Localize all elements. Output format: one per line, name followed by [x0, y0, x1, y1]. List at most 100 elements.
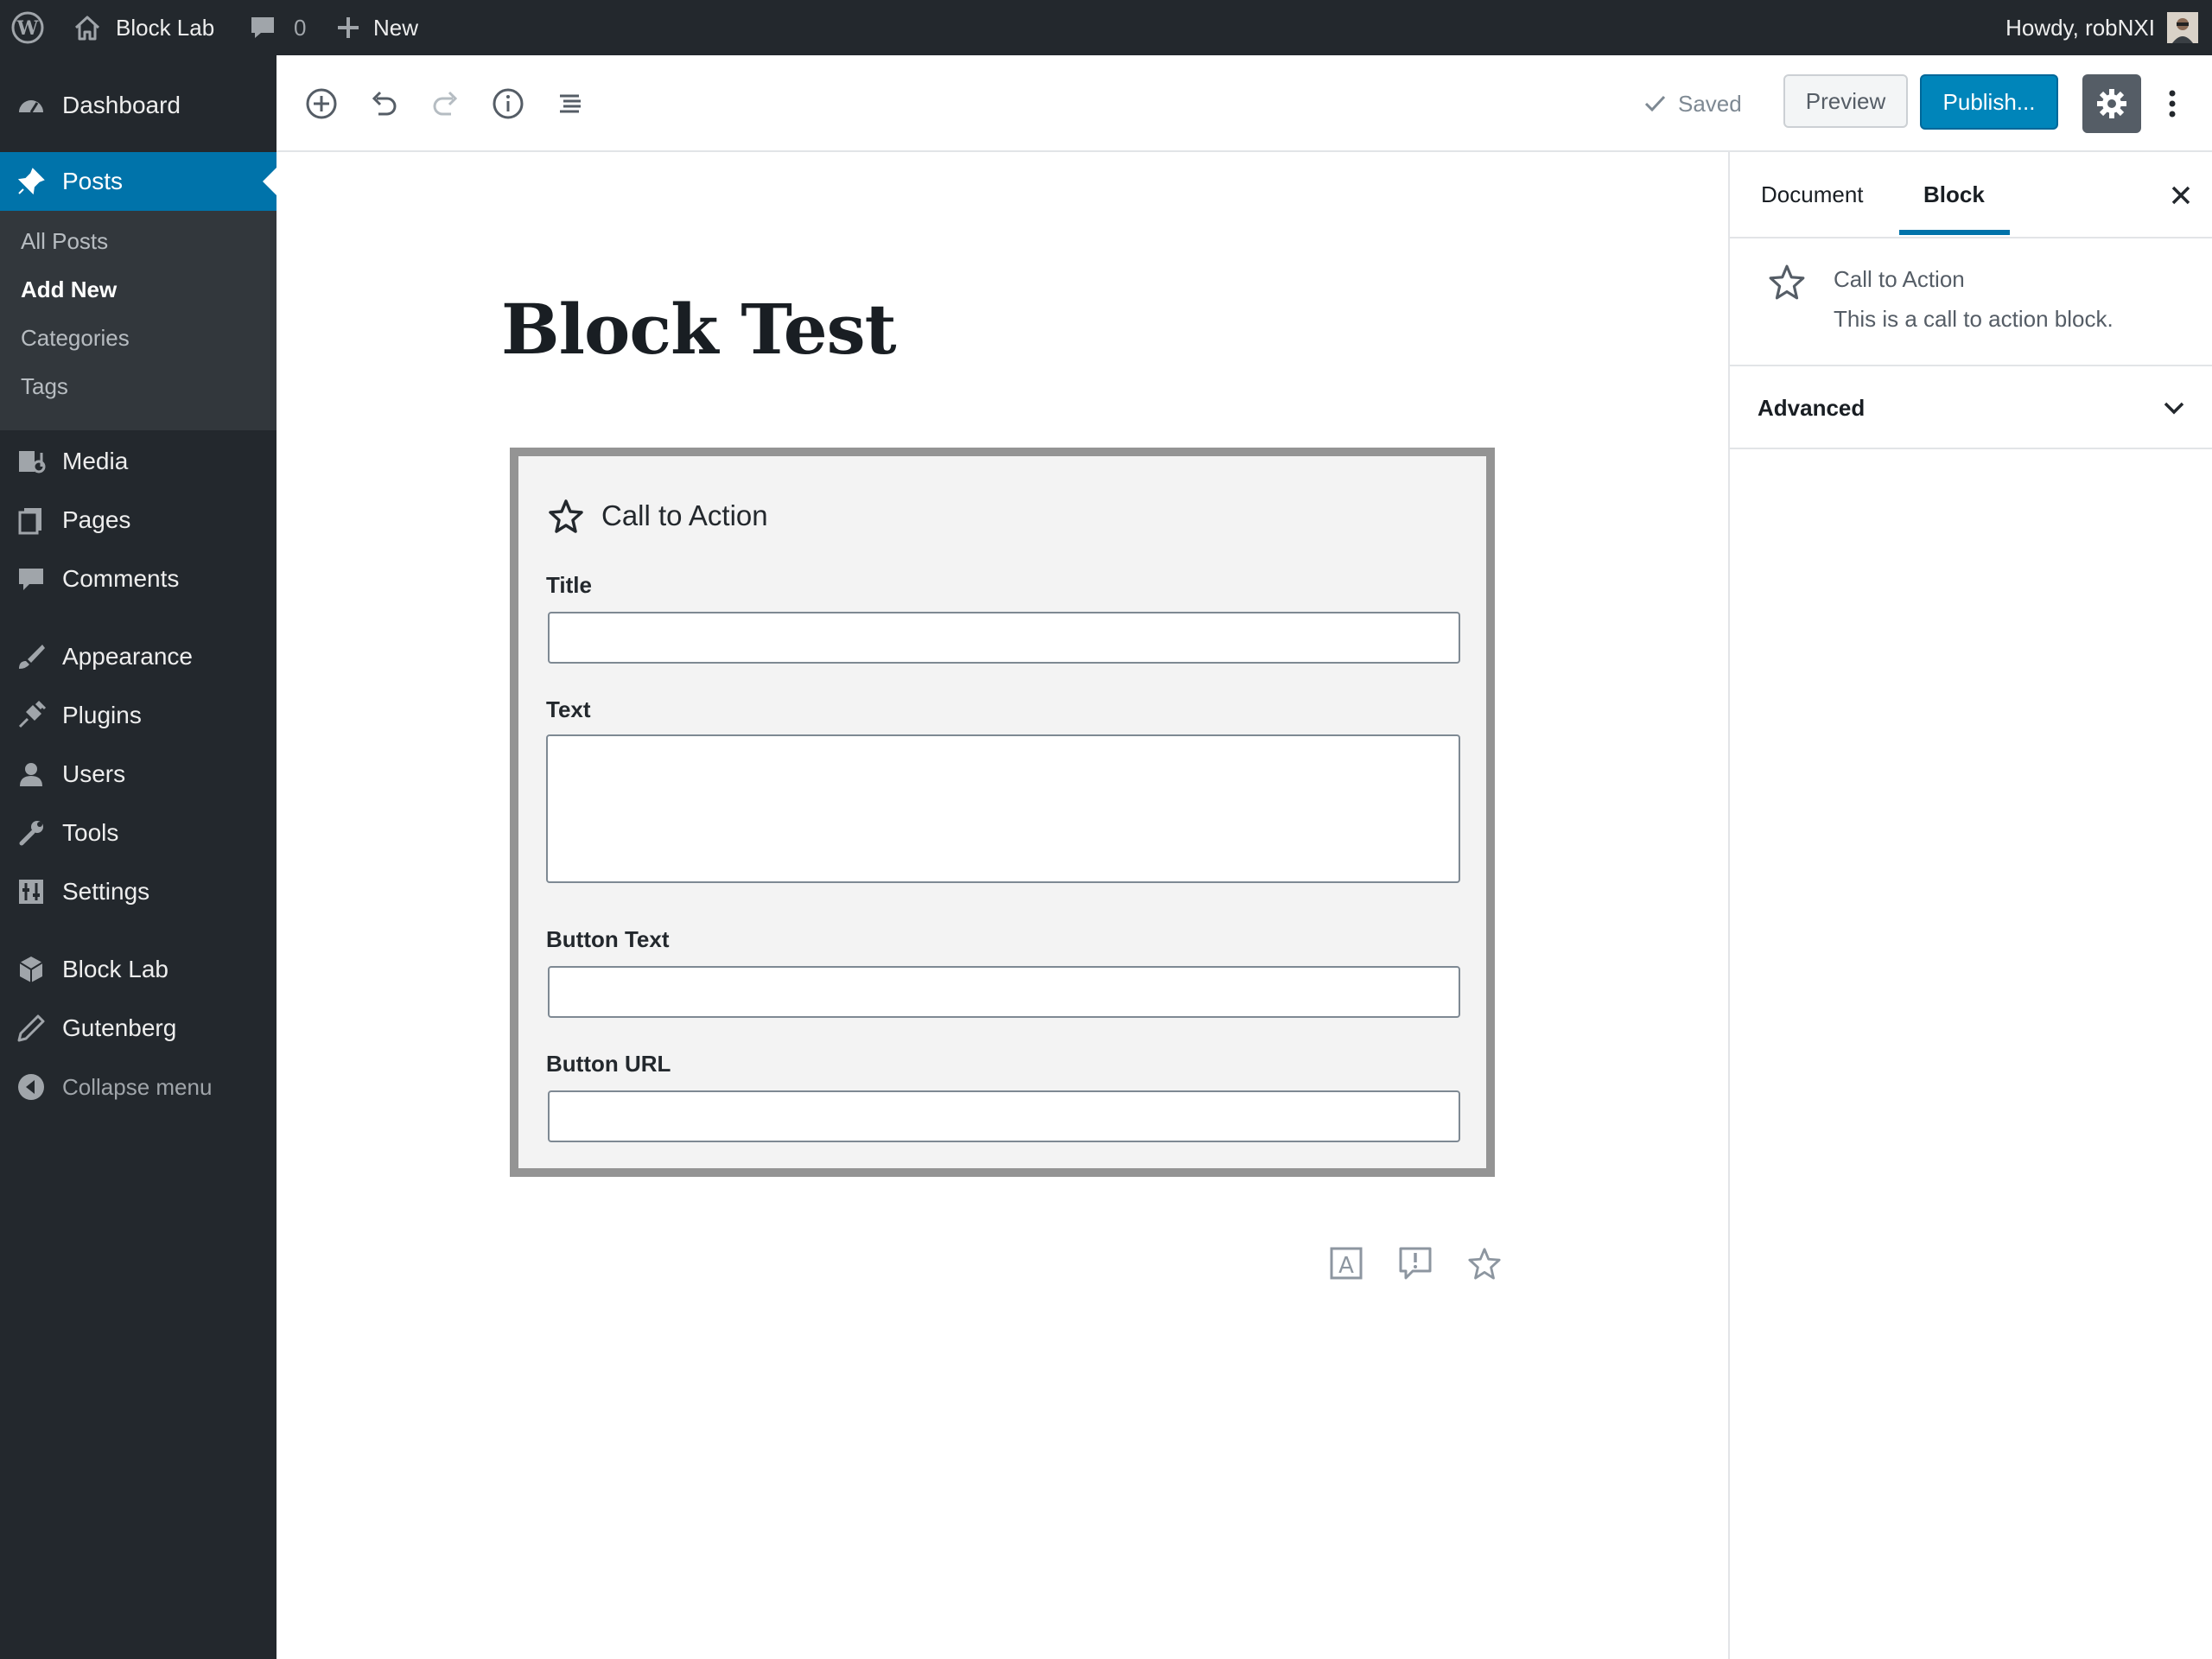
menu-label: Dashboard	[62, 92, 181, 118]
advanced-panel-toggle[interactable]: Advanced	[1730, 366, 2212, 449]
user-icon	[14, 757, 48, 791]
block-card-description: This is a call to action block.	[1834, 306, 2113, 332]
advanced-label: Advanced	[1758, 394, 1866, 421]
svg-text:A: A	[1338, 1253, 1354, 1279]
menu-dashboard[interactable]: Dashboard	[0, 78, 276, 133]
menu-media[interactable]: Media	[0, 434, 276, 489]
editor-toolbar: Saved Preview Publish...	[276, 55, 2212, 152]
paintbrush-icon	[14, 639, 48, 674]
star-icon	[1768, 263, 1806, 301]
pencil-icon	[14, 1011, 48, 1046]
title-field-label: Title	[546, 572, 592, 598]
menu-label: Settings	[62, 878, 150, 905]
title-input[interactable]	[548, 612, 1460, 664]
menu-label: Collapse menu	[62, 1073, 213, 1100]
submenu-categories[interactable]: Categories	[21, 325, 130, 352]
publish-button[interactable]: Publish...	[1920, 74, 2058, 130]
menu-collapse[interactable]: Collapse menu	[0, 1059, 276, 1115]
menu-label: Tools	[62, 819, 119, 846]
check-icon	[1642, 91, 1668, 117]
block-header: Call to Action	[548, 498, 768, 534]
menu-label: Plugins	[62, 702, 142, 728]
alert-block-icon[interactable]	[1396, 1244, 1434, 1282]
submenu-tags[interactable]: Tags	[21, 373, 68, 400]
comments-link[interactable]: 0	[249, 0, 306, 55]
more-menu-button[interactable]	[2153, 74, 2191, 133]
account-menu[interactable]: Howdy, robNXI	[2005, 0, 2198, 55]
current-menu-arrow	[263, 168, 276, 195]
active-tab-indicator	[1899, 230, 2010, 235]
menu-settings[interactable]: Settings	[0, 864, 276, 919]
undo-icon[interactable]	[365, 85, 403, 123]
site-name: Block Lab	[116, 14, 215, 41]
menu-appearance[interactable]: Appearance	[0, 629, 276, 684]
submenu-add-new[interactable]: Add New	[21, 276, 117, 303]
add-block-icon[interactable]	[302, 85, 340, 123]
pages-icon	[14, 503, 48, 537]
menu-label: Gutenberg	[62, 1014, 177, 1041]
button-text-input[interactable]	[548, 966, 1460, 1018]
post-title[interactable]: Block Test	[501, 289, 897, 370]
wordpress-logo-icon[interactable]: W	[10, 0, 45, 55]
menu-label: Pages	[62, 506, 131, 533]
button-text-field-label: Button Text	[546, 926, 670, 952]
tab-block[interactable]: Block	[1923, 152, 1985, 237]
menu-label: Block Lab	[62, 956, 168, 982]
menu-label: Appearance	[62, 643, 194, 670]
admin-sidebar: Dashboard Posts All Posts Add New Catego…	[0, 55, 276, 1659]
plugin-icon	[14, 698, 48, 733]
gear-icon	[2094, 86, 2129, 121]
comments-icon	[14, 562, 48, 596]
menu-pages[interactable]: Pages	[0, 493, 276, 548]
new-label: New	[373, 14, 419, 41]
avatar	[2167, 12, 2198, 43]
menu-label: Comments	[62, 565, 180, 592]
sliders-icon	[14, 874, 48, 909]
submenu-all-posts[interactable]: All Posts	[21, 228, 108, 255]
pin-icon	[14, 164, 48, 199]
menu-block-lab[interactable]: Block Lab	[0, 942, 276, 997]
svg-text:W: W	[16, 17, 39, 40]
block-lab-cube-icon	[14, 952, 48, 987]
collapse-arrow-icon	[14, 1070, 48, 1104]
home-icon	[73, 13, 102, 42]
text-textarea[interactable]	[546, 734, 1460, 883]
comment-bubble-icon	[249, 14, 276, 41]
close-icon[interactable]	[2162, 176, 2200, 214]
block-navigation-icon[interactable]	[551, 85, 589, 123]
menu-comments[interactable]: Comments	[0, 551, 276, 607]
button-url-field-label: Button URL	[546, 1051, 671, 1077]
new-content-link[interactable]: New	[335, 0, 418, 55]
settings-gear-button[interactable]	[2082, 74, 2141, 133]
block-name: Call to Action	[601, 499, 768, 531]
menu-posts[interactable]: Posts	[0, 152, 276, 211]
preview-button[interactable]: Preview	[1783, 74, 1908, 128]
editor-canvas: Block Test Call to Action Title Text But…	[276, 152, 1728, 1659]
tab-document[interactable]: Document	[1761, 152, 1864, 237]
vertical-ellipsis-icon	[2167, 86, 2177, 121]
info-icon[interactable]	[489, 85, 527, 123]
paragraph-block-icon[interactable]: A	[1327, 1244, 1365, 1282]
wrench-icon	[14, 816, 48, 850]
site-home-link[interactable]: Block Lab	[73, 0, 214, 55]
star-icon	[548, 498, 584, 534]
menu-gutenberg[interactable]: Gutenberg	[0, 1001, 276, 1056]
saved-status: Saved	[1642, 85, 1742, 123]
menu-label: Posts	[62, 168, 124, 194]
admin-bar: W Block Lab 0 New Howdy, robNXI	[0, 0, 2212, 55]
menu-plugins[interactable]: Plugins	[0, 688, 276, 743]
call-to-action-block[interactable]: Call to Action Title Text Button Text Bu…	[510, 448, 1495, 1177]
media-icon	[14, 444, 48, 479]
menu-label: Users	[62, 760, 126, 787]
dashboard-gauge-icon	[14, 88, 48, 123]
posts-submenu: All Posts Add New Categories Tags	[0, 211, 276, 430]
plus-icon	[335, 15, 361, 41]
menu-label: Media	[62, 448, 129, 474]
settings-sidebar: Document Block Call to Action This is a …	[1728, 152, 2212, 1659]
star-block-icon[interactable]	[1465, 1244, 1503, 1282]
redo-icon[interactable]	[427, 85, 465, 123]
menu-users[interactable]: Users	[0, 747, 276, 802]
button-url-input[interactable]	[548, 1090, 1460, 1142]
menu-tools[interactable]: Tools	[0, 805, 276, 861]
howdy-greeting: Howdy, robNXI	[2005, 14, 2155, 41]
